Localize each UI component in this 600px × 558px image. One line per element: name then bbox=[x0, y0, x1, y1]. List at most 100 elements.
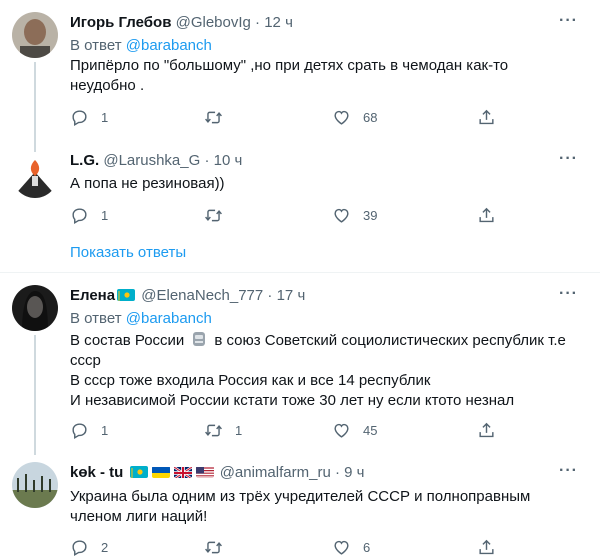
reply-prefix: В ответ bbox=[70, 37, 122, 54]
author-name[interactable]: L.G. bbox=[70, 152, 99, 169]
like-icon bbox=[332, 108, 351, 127]
reply-button[interactable]: 1 bbox=[70, 206, 108, 225]
action-bar: 1 39 bbox=[70, 206, 510, 226]
share-button[interactable] bbox=[477, 421, 496, 440]
reply-icon bbox=[70, 108, 89, 127]
show-replies-link[interactable]: Показать ответы bbox=[70, 244, 186, 261]
reply-icon bbox=[70, 421, 89, 440]
text-line: В состав России bbox=[70, 332, 185, 349]
author-handle[interactable]: @animalfarm_ru bbox=[220, 464, 331, 481]
tweet[interactable]: Игорь Глебов @GlebovIg · 12 ч ··· В отве… bbox=[0, 0, 600, 152]
tweet[interactable]: L.G. @Larushka_G · 10 ч ··· А попа не ре… bbox=[0, 148, 600, 240]
reply-to-line: В ответ @barabanch bbox=[70, 310, 212, 327]
reply-to-link[interactable]: @barabanch bbox=[126, 37, 212, 54]
retweet-icon bbox=[204, 108, 223, 127]
share-button[interactable] bbox=[477, 108, 496, 127]
tweet[interactable]: kөk - tu @animalfarm_ru · 9 ч ··· Украин… bbox=[0, 452, 600, 549]
share-icon bbox=[477, 421, 496, 440]
share-button[interactable] bbox=[477, 538, 496, 557]
like-icon bbox=[332, 421, 351, 440]
author-name[interactable]: Игорь Глебов bbox=[70, 14, 171, 31]
share-icon bbox=[477, 108, 496, 127]
author-handle[interactable]: @GlebovIg bbox=[176, 14, 251, 31]
more-icon[interactable]: ··· bbox=[559, 285, 578, 303]
robot-emoji-icon bbox=[190, 330, 208, 348]
dot-separator: · bbox=[267, 287, 273, 304]
retweet-icon bbox=[204, 538, 223, 557]
retweet-icon bbox=[204, 421, 223, 440]
retweet-button[interactable] bbox=[204, 206, 235, 225]
avatar[interactable] bbox=[12, 152, 58, 198]
text-line: В ссср тоже входила Россия как и все 14 … bbox=[70, 372, 431, 389]
uk-flag-icon bbox=[173, 466, 192, 478]
author-handle[interactable]: @ElenaNech_777 bbox=[141, 287, 263, 304]
reply-icon bbox=[70, 206, 89, 225]
share-icon bbox=[477, 538, 496, 557]
reply-to-link[interactable]: @barabanch bbox=[126, 310, 212, 327]
like-icon bbox=[332, 538, 351, 557]
more-icon[interactable]: ··· bbox=[559, 12, 578, 30]
reply-button[interactable]: 2 bbox=[70, 538, 108, 557]
like-count: 68 bbox=[363, 110, 378, 125]
kazakhstan-flag-icon bbox=[117, 289, 136, 301]
reply-prefix: В ответ bbox=[70, 310, 122, 327]
retweet-count: 1 bbox=[235, 423, 243, 438]
thread-line bbox=[34, 335, 36, 455]
like-count: 39 bbox=[363, 208, 378, 223]
usa-flag-icon bbox=[195, 466, 214, 478]
dot-separator: · bbox=[255, 14, 261, 31]
avatar[interactable] bbox=[12, 462, 58, 508]
reply-count: 1 bbox=[101, 110, 109, 125]
retweet-button[interactable] bbox=[204, 538, 235, 557]
like-button[interactable]: 45 bbox=[332, 421, 377, 440]
timestamp[interactable]: 17 ч bbox=[277, 287, 306, 304]
dot-separator: · bbox=[334, 464, 340, 481]
author-name[interactable]: Елена bbox=[70, 287, 115, 304]
more-icon[interactable]: ··· bbox=[559, 462, 578, 480]
tweet-text: Украина была одним из трёх учредителей С… bbox=[70, 488, 531, 525]
reply-button[interactable]: 1 bbox=[70, 108, 108, 127]
text-line: И независимой России кстати тоже 30 лет … bbox=[70, 392, 515, 409]
dot-separator: · bbox=[204, 152, 210, 169]
tweet-text: В состав России в союз Советский социолис… bbox=[70, 330, 570, 411]
like-button[interactable]: 39 bbox=[332, 206, 377, 225]
text-line: в союз Советский социолистических респуб… bbox=[214, 332, 566, 349]
reply-icon bbox=[70, 538, 89, 557]
action-bar: 2 6 bbox=[70, 538, 510, 558]
author-handle[interactable]: @Larushka_G bbox=[103, 152, 200, 169]
text-line: ссср bbox=[70, 352, 101, 369]
reply-button[interactable]: 1 bbox=[70, 421, 108, 440]
tweet-header: kөk - tu @animalfarm_ru · 9 ч bbox=[70, 464, 364, 481]
tweet[interactable]: Елена @ElenaNech_777 · 17 ч ··· В ответ … bbox=[0, 273, 600, 455]
retweet-button[interactable]: 1 bbox=[204, 421, 242, 440]
thread-line bbox=[34, 62, 36, 152]
timestamp[interactable]: 9 ч bbox=[344, 464, 364, 481]
retweet-icon bbox=[204, 206, 223, 225]
share-icon bbox=[477, 206, 496, 225]
tweet-header: Игорь Глебов @GlebovIg · 12 ч bbox=[70, 14, 293, 31]
avatar[interactable] bbox=[12, 285, 58, 331]
avatar[interactable] bbox=[12, 12, 58, 58]
ukraine-flag-icon bbox=[151, 466, 170, 478]
author-name[interactable]: kөk - tu bbox=[70, 464, 123, 481]
like-count: 6 bbox=[363, 540, 371, 555]
like-icon bbox=[332, 206, 351, 225]
action-bar: 1 1 45 bbox=[70, 421, 510, 441]
share-button[interactable] bbox=[477, 206, 496, 225]
timestamp[interactable]: 10 ч bbox=[214, 152, 243, 169]
reply-count: 1 bbox=[101, 423, 109, 438]
reply-to-line: В ответ @barabanch bbox=[70, 37, 212, 54]
retweet-button[interactable] bbox=[204, 108, 235, 127]
timestamp[interactable]: 12 ч bbox=[264, 14, 293, 31]
like-button[interactable]: 6 bbox=[332, 538, 370, 557]
action-bar: 1 68 bbox=[70, 108, 510, 128]
reply-count: 1 bbox=[101, 208, 109, 223]
tweet-header: Елена @ElenaNech_777 · 17 ч bbox=[70, 287, 305, 304]
kazakhstan-flag-icon bbox=[129, 466, 148, 478]
more-icon[interactable]: ··· bbox=[559, 150, 578, 168]
tweet-text: А попа не резиновая)) bbox=[70, 175, 225, 192]
tweet-header: L.G. @Larushka_G · 10 ч bbox=[70, 152, 242, 169]
tweet-text: Припёрло по "большому" ,но при детях сра… bbox=[70, 57, 509, 94]
like-button[interactable]: 68 bbox=[332, 108, 377, 127]
like-count: 45 bbox=[363, 423, 378, 438]
